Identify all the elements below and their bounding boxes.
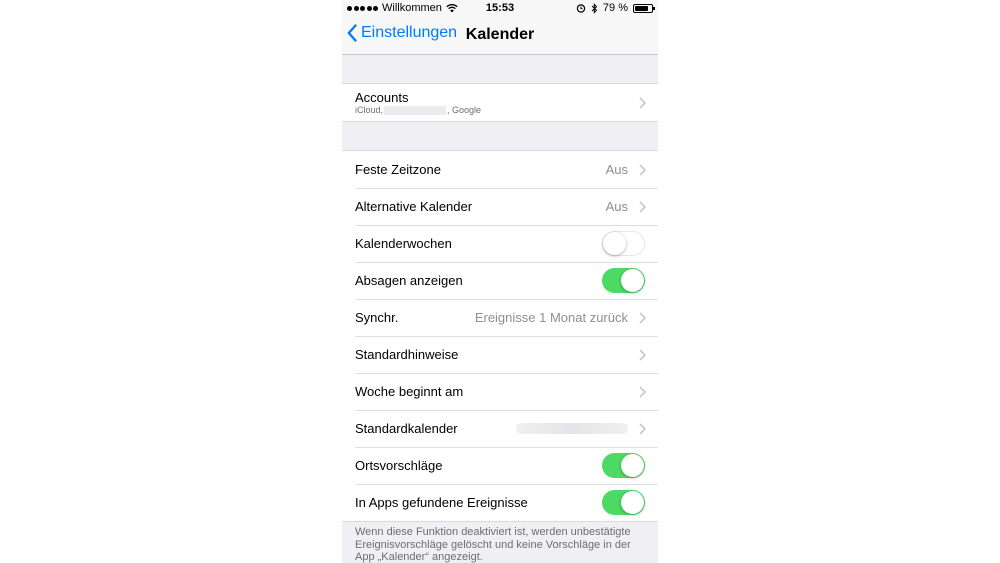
row-value: Aus [605, 162, 628, 177]
chevron-right-icon [639, 386, 646, 398]
accounts-label: Accounts [355, 90, 409, 105]
row-label: Standardkalender [355, 421, 458, 436]
row-label: Feste Zeitzone [355, 162, 441, 177]
row-label: Ortsvorschläge [355, 458, 443, 473]
chevron-right-icon [639, 423, 646, 435]
accounts-sub-suffix: , Google [447, 105, 482, 115]
row-label: Kalenderwochen [355, 236, 452, 251]
accounts-group: Accounts iCloud, , Google [342, 83, 658, 122]
row-feste-zeitzone[interactable]: Feste Zeitzone Aus [342, 151, 658, 188]
absagen-anzeigen-toggle[interactable] [602, 268, 645, 293]
page-title: Kalender [465, 26, 535, 43]
ortsvorschlaege-toggle[interactable] [602, 453, 645, 478]
row-label: In Apps gefundene Ereignisse [355, 495, 528, 510]
battery-percent: 79 % [602, 2, 628, 14]
chevron-right-icon [639, 349, 646, 361]
row-label: Standardhinweise [355, 347, 459, 362]
row-ortsvorschlaege: Ortsvorschläge [342, 447, 658, 484]
kalenderwochen-toggle[interactable] [602, 231, 645, 256]
footer-note: Wenn diese Funktion deaktiviert ist, wer… [355, 526, 631, 563]
redacted-value [516, 423, 628, 434]
settings-screen: Willkommen 15:53 79 % Einstellungen Kale… [342, 0, 658, 563]
redacted-account [384, 105, 447, 115]
row-woche-beginnt-am[interactable]: Woche beginnt am [342, 373, 658, 410]
row-label: Woche beginnt am [355, 384, 464, 399]
row-value: Aus [605, 199, 628, 214]
bluetooth-icon [591, 2, 598, 14]
settings-group: Feste Zeitzone Aus Alternative Kalender … [342, 150, 658, 522]
accounts-sub-prefix: iCloud, [355, 105, 384, 115]
status-right: 79 % [576, 2, 655, 14]
row-standardkalender[interactable]: Standardkalender [342, 410, 658, 447]
row-value: Ereignisse 1 Monat zurück [474, 310, 628, 325]
row-label: Alternative Kalender [355, 199, 473, 214]
battery-level [635, 5, 648, 11]
navigation-bar: Einstellungen Kalender [342, 17, 658, 55]
row-label: Synchr. [355, 310, 399, 325]
chevron-right-icon [639, 164, 646, 176]
chevron-right-icon [639, 201, 646, 213]
battery-icon [633, 3, 655, 13]
chevron-right-icon [639, 312, 646, 324]
accounts-subtitle: iCloud, , Google [355, 105, 481, 115]
row-standardhinweise[interactable]: Standardhinweise [342, 336, 658, 373]
row-in-apps-gefundene-ereignisse: In Apps gefundene Ereignisse [342, 484, 658, 521]
accounts-row[interactable]: Accounts iCloud, , Google [342, 84, 658, 121]
chevron-right-icon [639, 97, 646, 109]
alarm-icon [576, 4, 586, 13]
row-label: Absagen anzeigen [355, 273, 463, 288]
status-bar: Willkommen 15:53 79 % [342, 0, 658, 17]
row-alternative-kalender[interactable]: Alternative Kalender Aus [342, 188, 658, 225]
row-kalenderwochen: Kalenderwochen [342, 225, 658, 262]
row-absagen-anzeigen: Absagen anzeigen [342, 262, 658, 299]
in-apps-ereignisse-toggle[interactable] [602, 490, 645, 515]
row-synchr[interactable]: Synchr. Ereignisse 1 Monat zurück [342, 299, 658, 336]
